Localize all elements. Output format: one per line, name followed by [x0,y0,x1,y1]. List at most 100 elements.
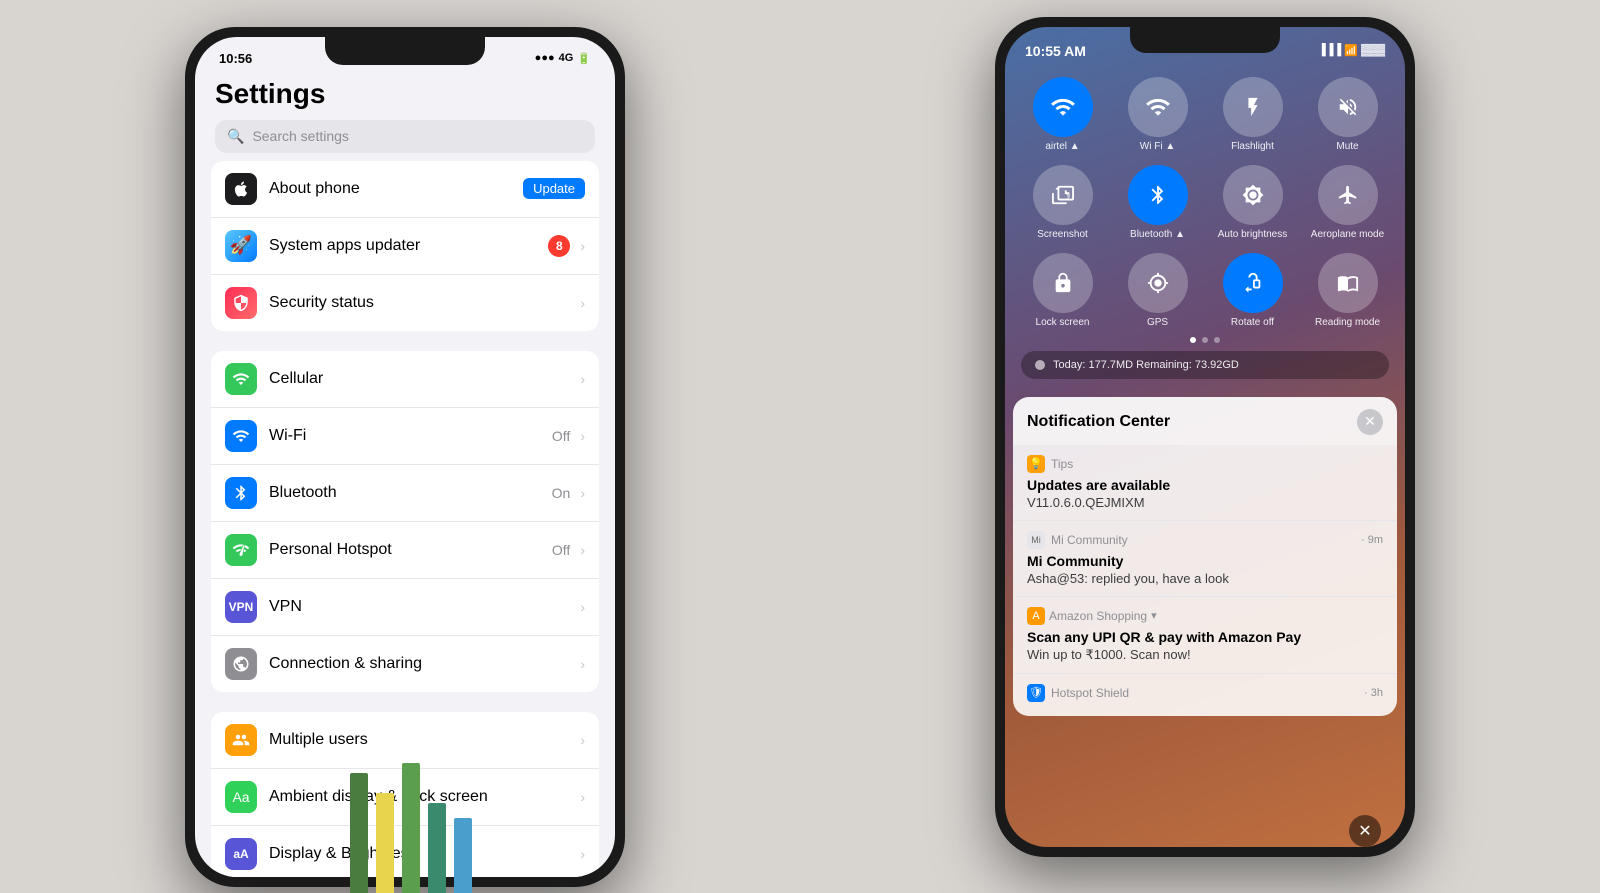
cc-reading-label: Reading mode [1315,317,1380,329]
settings-item-bluetooth[interactable]: Bluetooth On › [211,465,599,522]
wifi-label: Wi-Fi [269,427,540,445]
nc-close-button[interactable]: ✕ [1357,409,1383,435]
cc-bluetooth-label: Bluetooth ▲ [1130,229,1185,241]
cc-mute-circle [1318,77,1378,137]
cc-rotate-btn[interactable]: Rotate off [1211,253,1294,329]
settings-item-wifi[interactable]: Wi-Fi Off › [211,408,599,465]
cc-auto-brightness-btn[interactable]: Auto brightness [1211,165,1294,241]
search-placeholder: Search settings [252,128,349,144]
nc-bottom-close-button[interactable]: ✕ [1349,815,1381,847]
settings-item-users[interactable]: Multiple users › [211,712,599,769]
settings-item-hotspot[interactable]: Personal Hotspot Off › [211,522,599,579]
cc-mute-btn[interactable]: Mute [1306,77,1389,153]
cc-dot-3 [1214,337,1220,343]
cc-screenshot-label: Screenshot [1037,229,1088,241]
settings-item-security[interactable]: Security status › [211,275,599,331]
cc-screenshot-btn[interactable]: Screenshot [1021,165,1104,241]
right-phone-notch [1130,27,1280,53]
cc-auto-brightness-circle [1223,165,1283,225]
bluetooth-icon [225,477,257,509]
wifi-value: Off [552,428,570,444]
amazon-app-name: Amazon Shopping [1049,609,1147,623]
nc-header: Notification Center ✕ [1013,397,1397,445]
pencil-1 [350,773,368,893]
users-right: › [576,732,585,748]
nc-notification-mi[interactable]: Mi Mi Community · 9m Mi Community Asha@5… [1013,521,1397,597]
cc-reading-circle [1318,253,1378,313]
cc-aeroplane-label: Aeroplane mode [1311,229,1384,241]
connection-label: Connection & sharing [269,655,564,673]
cc-gps-btn[interactable]: GPS [1116,253,1199,329]
about-label: About phone [269,180,511,198]
nc-app-row-amazon: A Amazon Shopping ▾ [1027,607,1383,625]
wifi-icon [225,420,257,452]
pencil-3 [402,763,420,893]
left-phone-notch [325,37,485,65]
users-label: Multiple users [269,731,564,749]
search-bar[interactable]: 🔍 Search settings [215,120,595,153]
settings-group-top: About phone Update 🚀 System apps updater… [211,161,599,331]
cc-flashlight-btn[interactable]: Flashlight [1211,77,1294,153]
signal-right-icon: ▐▐▐ [1318,44,1341,57]
tips-notification-body: V11.0.6.0.QEJMIXM [1027,495,1383,510]
settings-header: Settings 🔍 Search settings [195,72,615,161]
settings-item-vpn[interactable]: VPN VPN › [211,579,599,636]
cc-airtel-btn[interactable]: airtel ▲ [1021,77,1104,153]
settings-item-system-apps[interactable]: 🚀 System apps updater 8 › [211,218,599,275]
cc-mute-label: Mute [1336,141,1358,153]
wifi-right: Off › [552,428,585,444]
settings-group-network: Cellular › Wi-Fi Off › [211,351,599,692]
cc-airtel-circle [1033,77,1093,137]
bluetooth-chevron: › [580,485,585,501]
amazon-notification-title: Scan any UPI QR & pay with Amazon Pay [1027,629,1383,645]
right-time: 10:55 AM [1025,43,1086,59]
tips-app-name: Tips [1051,457,1073,471]
amazon-dropdown-icon: ▾ [1151,609,1157,622]
right-status-icons: ▐▐▐ 📶 ▓▓▓ [1318,44,1385,57]
settings-item-cellular[interactable]: Cellular › [211,351,599,408]
hotspot-shield-app-name: Hotspot Shield [1051,686,1129,700]
nc-notification-tips[interactable]: 💡 Tips Updates are available V11.0.6.0.Q… [1013,445,1397,521]
mi-app-icon: Mi [1027,531,1045,549]
cc-bluetooth-btn[interactable]: Bluetooth ▲ [1116,165,1199,241]
vpn-icon: VPN [225,591,257,623]
cc-aeroplane-btn[interactable]: Aeroplane mode [1306,165,1389,241]
battery-right-icon: ▓▓▓ [1361,44,1385,57]
display-right: › [576,846,585,862]
cellular-icon [225,363,257,395]
users-icon [225,724,257,756]
signal-icon: ●●● [535,52,555,64]
data-usage-bar: Today: 177.7MD Remaining: 73.92GD [1021,351,1389,379]
system-apps-label: System apps updater [269,237,536,255]
cc-reading-mode-btn[interactable]: Reading mode [1306,253,1389,329]
system-apps-right: 8 › [548,235,585,257]
cellular-right: › [576,371,585,387]
cc-flashlight-circle [1223,77,1283,137]
cc-auto-brightness-label: Auto brightness [1218,229,1288,241]
mi-notification-body: Asha@53: replied you, have a look [1027,571,1383,586]
nc-app-row-hotspot: 🛡 Hotspot Shield · 3h [1027,684,1383,702]
cellular-label: Cellular [269,370,564,388]
mi-app-name: Mi Community [1051,533,1128,547]
connection-icon [225,648,257,680]
nc-notification-amazon[interactable]: A Amazon Shopping ▾ Scan any UPI QR & pa… [1013,597,1397,674]
cc-dot-1 [1190,337,1196,343]
security-label: Security status [269,294,564,312]
cc-wifi-btn[interactable]: Wi Fi ▲ [1116,77,1199,153]
hotspot-shield-time: · 3h [1364,687,1383,699]
left-status-icons: ●●● 4G 🔋 [535,52,591,65]
search-icon: 🔍 [227,128,244,145]
cc-gps-label: GPS [1147,317,1168,329]
cc-lock-screen-btn[interactable]: Lock screen [1021,253,1104,329]
system-apps-badge: 8 [548,235,570,257]
settings-item-connection[interactable]: Connection & sharing › [211,636,599,692]
cc-lock-screen-circle [1033,253,1093,313]
cc-wifi-circle [1128,77,1188,137]
settings-item-about[interactable]: About phone Update [211,161,599,218]
nc-notification-hotspot[interactable]: 🛡 Hotspot Shield · 3h [1013,674,1397,716]
network-icon: 4G [559,52,574,64]
amazon-app-icon: A [1027,607,1045,625]
display-chevron: › [580,846,585,862]
cc-rotate-label: Rotate off [1231,317,1274,329]
data-dot [1035,360,1045,370]
